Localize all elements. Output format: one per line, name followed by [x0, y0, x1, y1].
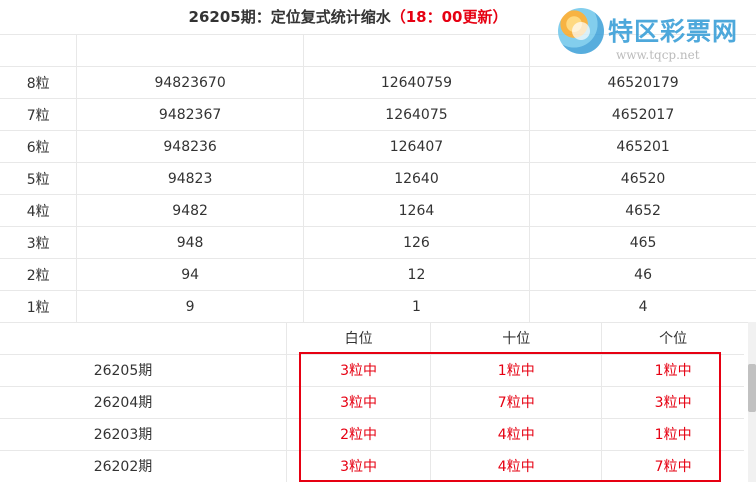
result-header-row: 白位 十位 个位 — [0, 322, 744, 355]
table-row: 6粒 948236 126407 465201 — [0, 130, 756, 163]
table-row: 1粒 9 1 4 — [0, 290, 756, 323]
table-row: 26203期 2粒中 4粒中 1粒中 — [0, 418, 744, 451]
logo-swirl-icon — [558, 8, 604, 54]
table-cell: 1 — [303, 290, 531, 323]
table-cell: 1264 — [303, 194, 531, 227]
period-label: 26205期 — [0, 354, 287, 387]
period-label: 26202期 — [0, 450, 287, 482]
row-label: 3粒 — [0, 226, 78, 259]
table-cell: 94823670 — [76, 66, 304, 99]
table-cell: 126 — [303, 226, 531, 259]
table-cell: 9482367 — [76, 98, 304, 131]
row-label: 1粒 — [0, 290, 78, 323]
logo-name: 特区彩票网 — [608, 17, 739, 46]
grain-count-table: 8粒 94823670 12640759 46520179 7粒 9482367… — [0, 34, 756, 323]
table-cell: 126407 — [303, 130, 531, 163]
table-cell: 948236 — [76, 130, 304, 163]
table-cell: 465 — [529, 226, 756, 259]
table-cell: 46520 — [529, 162, 756, 195]
row-label: 4粒 — [0, 194, 78, 227]
table-row: 8粒 94823670 12640759 46520179 — [0, 66, 756, 99]
table-cell: 12640 — [303, 162, 531, 195]
table-cell: 12 — [303, 258, 531, 291]
result-cell: 3粒中 — [286, 386, 432, 419]
table-row: 5粒 94823 12640 46520 — [0, 162, 756, 195]
table-cell: 948 — [76, 226, 304, 259]
column-header-tens: 十位 — [430, 322, 603, 355]
site-logo[interactable]: 特区彩票网 www.tqcp.net — [558, 6, 748, 68]
table-row: 26204期 3粒中 7粒中 3粒中 — [0, 386, 744, 419]
update-time: （18：00更新） — [390, 8, 508, 26]
table-cell: 12640759 — [303, 66, 531, 99]
table-cell: 4652 — [529, 194, 756, 227]
result-cell: 1粒中 — [601, 418, 744, 451]
header-cell-empty — [0, 34, 78, 67]
header-cell-empty — [303, 34, 531, 67]
title-text: 26205期：定位复式统计缩水 — [188, 8, 391, 26]
header-cell-empty — [76, 34, 304, 67]
result-cell: 3粒中 — [286, 450, 432, 482]
result-cell: 3粒中 — [601, 386, 744, 419]
row-label: 6粒 — [0, 130, 78, 163]
table-cell: 4 — [529, 290, 756, 323]
result-cell: 4粒中 — [430, 450, 603, 482]
table-cell: 94823 — [76, 162, 304, 195]
table-cell: 46520179 — [529, 66, 756, 99]
result-cell: 1粒中 — [430, 354, 603, 387]
table-row: 26202期 3粒中 4粒中 7粒中 — [0, 450, 744, 482]
result-cell: 7粒中 — [601, 450, 744, 482]
table-cell: 94 — [76, 258, 304, 291]
result-cell: 4粒中 — [430, 418, 603, 451]
table-row: 26205期 3粒中 1粒中 1粒中 — [0, 354, 744, 387]
table-cell: 4652017 — [529, 98, 756, 131]
table-cell: 9482 — [76, 194, 304, 227]
result-cell: 7粒中 — [430, 386, 603, 419]
table-row: 7粒 9482367 1264075 4652017 — [0, 98, 756, 131]
table-cell: 1264075 — [303, 98, 531, 131]
column-header-ones: 个位 — [601, 322, 744, 355]
row-label: 2粒 — [0, 258, 78, 291]
table-cell: 465201 — [529, 130, 756, 163]
header-cell-empty — [0, 322, 287, 355]
result-cell: 3粒中 — [286, 354, 432, 387]
column-header-hundreds: 白位 — [286, 322, 432, 355]
table-row: 4粒 9482 1264 4652 — [0, 194, 756, 227]
table-row: 2粒 94 12 46 — [0, 258, 756, 291]
logo-url: www.tqcp.net — [616, 48, 700, 62]
table-cell: 9 — [76, 290, 304, 323]
result-table: 白位 十位 个位 26205期 3粒中 1粒中 1粒中 26204期 3粒中 7… — [0, 322, 744, 482]
scrollbar-thumb[interactable] — [748, 364, 756, 412]
row-label: 8粒 — [0, 66, 78, 99]
period-label: 26203期 — [0, 418, 287, 451]
row-label: 5粒 — [0, 162, 78, 195]
result-cell: 1粒中 — [601, 354, 744, 387]
row-label: 7粒 — [0, 98, 78, 131]
table-cell: 46 — [529, 258, 756, 291]
period-label: 26204期 — [0, 386, 287, 419]
result-cell: 2粒中 — [286, 418, 432, 451]
table-row: 3粒 948 126 465 — [0, 226, 756, 259]
